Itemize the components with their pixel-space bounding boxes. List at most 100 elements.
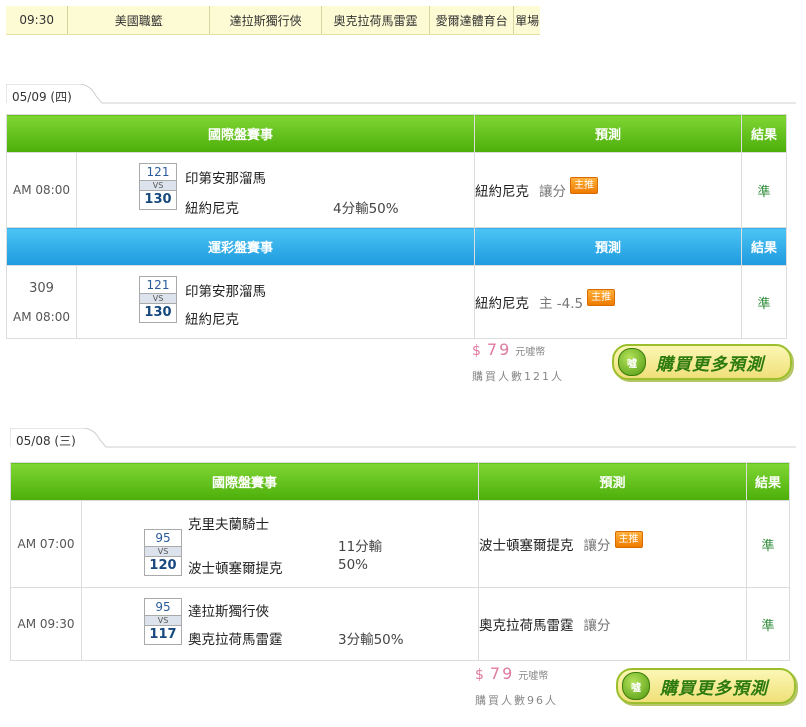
price-unit: 元噓幣 — [515, 347, 546, 358]
intl-event-header: 國際盤賽事 — [5, 114, 476, 153]
lottery-event-header: 運彩盤賽事 — [5, 227, 476, 266]
prediction-type: 讓分 — [583, 538, 611, 554]
schedule-home-team: 奧克拉荷馬雷霆 — [322, 6, 431, 34]
table-row: AM 07:00 95 VS 120 克里夫蘭騎士 波士頓塞爾提克 11分輸 5… — [10, 500, 791, 588]
prediction-cell: 紐約尼克 讓分 主推 — [474, 152, 743, 228]
away-team: 印第安那溜馬 — [185, 171, 266, 187]
home-number: 120 — [149, 558, 177, 573]
match-cell: 121 VS 130 印第安那溜馬 紐約尼克 4分輸50% — [75, 152, 476, 228]
result-cell: 準 — [746, 587, 791, 661]
table-row: 309 AM 08:00 121 VS 130 印第安那溜馬 紐約尼克 紐約尼克… — [6, 265, 788, 339]
home-team: 波士頓塞爾提克 — [188, 561, 283, 577]
handicap-percent: 50% — [338, 557, 369, 573]
away-team: 印第安那溜馬 — [185, 284, 266, 300]
home-number: 130 — [144, 192, 172, 207]
prediction-table: 國際盤賽事 預測 結果 AM 08:00 121 VS 130 印第安那溜馬 紐… — [5, 114, 788, 339]
buy-more-predictions-button[interactable]: 噓 購買更多預測 — [616, 668, 796, 704]
buyer-count: 購買人數96人 — [475, 694, 558, 707]
schedule-league: 美國職籃 — [68, 6, 211, 34]
vs-label: VS — [145, 615, 181, 626]
price-label: $79 元噓幣 — [472, 340, 545, 359]
main-pick-badge: 主推 — [570, 177, 599, 194]
home-team: 紐約尼克 — [185, 201, 239, 217]
result-cell: 準 — [741, 152, 788, 228]
home-team: 紐約尼克 — [185, 312, 239, 328]
match-number-box: 95 VS 120 — [144, 529, 182, 576]
prediction-cell: 奧克拉荷馬雷霆 讓分 — [478, 587, 748, 661]
result-header: 結果 — [741, 114, 788, 153]
intl-header-row: 國際盤賽事 預測 結果 — [5, 114, 788, 153]
buy-button-label: 購買更多預測 — [660, 678, 768, 699]
vs-label: VS — [145, 546, 181, 557]
main-pick-badge: 主推 — [587, 289, 616, 306]
price-label: $79 元噓幣 — [475, 664, 548, 683]
date-label: 05/08 (三) — [16, 434, 76, 448]
buy-button-label: 購買更多預測 — [656, 354, 764, 375]
away-number: 121 — [146, 278, 170, 292]
price-currency: $ — [475, 667, 484, 683]
vs-label: VS — [140, 293, 176, 304]
table-row: AM 09:30 95 VS 117 達拉斯獨行俠 奧克拉荷馬雷霆 3分輸50%… — [10, 587, 791, 661]
result-cell: 準 — [741, 265, 788, 339]
main-pick-badge: 主推 — [614, 531, 643, 548]
intl-header-row: 國際盤賽事 預測 結果 — [9, 462, 791, 501]
schedule-row-partial: 09:30 美國職籃 達拉斯獨行俠 奧克拉荷馬雷霆 愛爾達體育台 單場 — [6, 6, 540, 35]
predict-header: 預測 — [474, 114, 743, 153]
date-tab: 05/08 (三) — [10, 428, 796, 450]
prediction-cell: 波士頓塞爾提克 讓分 主推 — [478, 500, 748, 588]
schedule-time: 09:30 — [6, 6, 69, 34]
result-header: 結果 — [741, 227, 788, 266]
price-currency: $ — [472, 343, 481, 359]
coin-icon: 噓 — [618, 348, 646, 376]
match-number-box: 121 VS 130 — [139, 163, 177, 210]
away-number: 95 — [155, 531, 171, 545]
price-amount: 79 — [489, 664, 515, 683]
match-time: AM 07:00 — [10, 500, 82, 588]
prediction-type: 讓分 — [583, 618, 611, 634]
match-time: AM 09:30 — [10, 587, 82, 661]
match-cell: 95 VS 117 達拉斯獨行俠 奧克拉荷馬雷霆 3分輸50% — [80, 587, 480, 661]
date-label: 05/09 (四) — [12, 90, 72, 104]
match-cell: 121 VS 130 印第安那溜馬 紐約尼克 — [75, 265, 476, 339]
match-cell: 95 VS 120 克里夫蘭騎士 波士頓塞爾提克 11分輸 50% — [80, 500, 480, 588]
handicap-odds: 11分輸 — [338, 539, 383, 555]
coin-icon: 噓 — [622, 672, 650, 700]
away-team: 克里夫蘭騎士 — [188, 517, 269, 533]
predicted-team: 波士頓塞爾提克 — [479, 538, 574, 554]
schedule-venue: 愛爾達體育台 — [430, 6, 515, 34]
buy-more-predictions-button[interactable]: 噓 購買更多預測 — [612, 344, 792, 380]
price-amount: 79 — [486, 340, 512, 359]
result-cell: 準 — [746, 500, 791, 588]
buyer-count: 購買人數121人 — [472, 370, 564, 383]
vs-label: VS — [140, 180, 176, 191]
away-number: 121 — [146, 165, 170, 179]
match-time: AM 08:00 — [13, 309, 70, 324]
match-number-box: 121 VS 130 — [139, 276, 177, 323]
lottery-header-row: 運彩盤賽事 預測 結果 — [5, 227, 788, 266]
schedule-extra: 單場 — [515, 13, 540, 28]
home-number: 130 — [144, 305, 172, 320]
predicted-team: 紐約尼克 — [475, 296, 530, 312]
predict-header: 預測 — [474, 227, 743, 266]
game-number: 309 — [29, 280, 54, 296]
predict-header: 預測 — [478, 462, 748, 501]
handicap-odds: 3分輸50% — [338, 632, 404, 648]
match-time: AM 08:00 — [6, 152, 77, 228]
schedule-away-team: 達拉斯獨行俠 — [210, 6, 323, 34]
predicted-team: 奧克拉荷馬雷霆 — [479, 618, 574, 634]
result-header: 結果 — [746, 462, 791, 501]
away-number: 95 — [155, 600, 171, 614]
intl-event-header: 國際盤賽事 — [9, 462, 480, 501]
table-row: AM 08:00 121 VS 130 印第安那溜馬 紐約尼克 4分輸50% 紐… — [6, 152, 788, 228]
date-tab: 05/09 (四) — [6, 84, 796, 106]
price-unit: 元噓幣 — [518, 671, 549, 682]
prediction-type: 主 -4.5 — [539, 296, 584, 312]
prediction-table: 國際盤賽事 預測 結果 AM 07:00 95 VS 120 克里夫蘭騎士 波士… — [9, 462, 791, 661]
prediction-type: 讓分 — [539, 184, 567, 200]
home-team: 奧克拉荷馬雷霆 — [188, 632, 283, 648]
prediction-cell: 紐約尼克主 -4.5 主推 — [474, 265, 743, 339]
match-number-box: 95 VS 117 — [144, 598, 182, 645]
match-time-cell: 309 AM 08:00 — [6, 265, 77, 339]
predicted-team: 紐約尼克 — [475, 184, 530, 200]
handicap-odds: 4分輸50% — [333, 201, 399, 217]
